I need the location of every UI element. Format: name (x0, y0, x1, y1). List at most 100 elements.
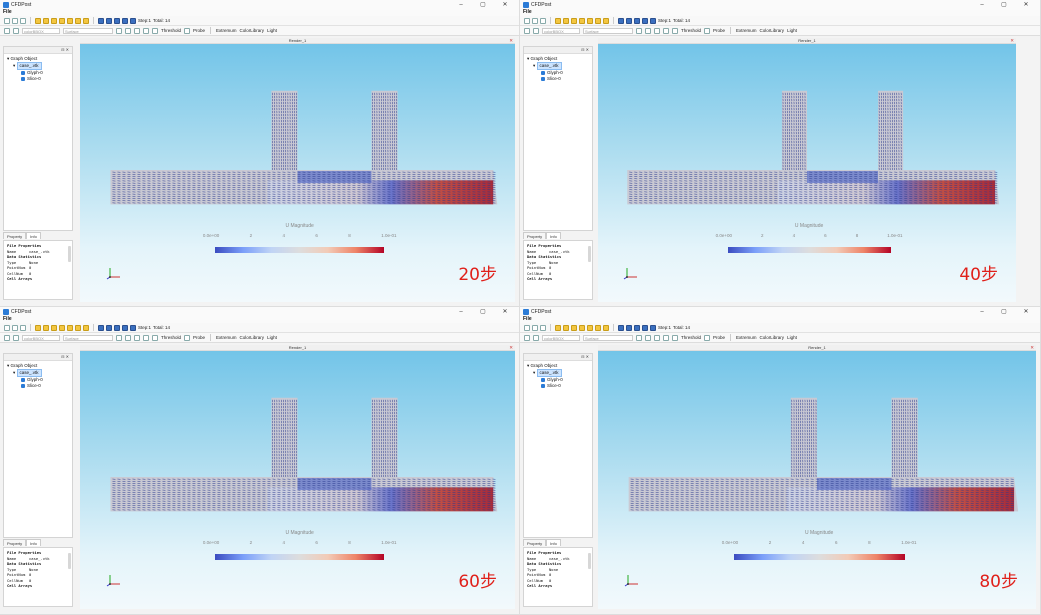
reset-camera-icon[interactable] (116, 334, 122, 341)
tree-file[interactable]: ▾ case_.vtk (7, 369, 69, 377)
pan-icon[interactable] (143, 27, 149, 34)
menu-file[interactable]: File (520, 9, 1040, 16)
calculator-icon[interactable] (83, 324, 89, 331)
probe-button[interactable]: Probe (713, 28, 725, 33)
color-by-input[interactable]: colorBBOX (542, 27, 580, 34)
first-frame-icon[interactable] (618, 17, 624, 24)
tree-file[interactable]: ▾ case_.vtk (527, 62, 589, 70)
tree-item-slice[interactable]: Slice-0 (7, 76, 69, 82)
maximize-button[interactable]: ▢ (472, 308, 494, 315)
play-icon[interactable] (114, 17, 120, 24)
render-viewport[interactable]: Render_1 ✕ U Magnitude 0.0e+00 2 4 6 8 1… (80, 38, 515, 302)
zoom-icon[interactable] (654, 27, 660, 34)
open-icon[interactable] (524, 17, 530, 24)
rotate-icon[interactable] (125, 27, 131, 34)
extremum-button[interactable]: Extremum (736, 28, 757, 33)
tab-property[interactable]: Property (3, 539, 27, 546)
checkbox-icon[interactable] (21, 70, 25, 75)
light-button[interactable]: Light (267, 28, 277, 33)
light-button[interactable]: Light (267, 335, 277, 340)
prev-frame-icon[interactable] (626, 17, 632, 24)
next-frame-icon[interactable] (122, 324, 128, 331)
extremum-button[interactable]: Extremum (216, 335, 237, 340)
step-field[interactable]: Step:1 (138, 325, 151, 330)
streamline-icon[interactable] (75, 324, 81, 331)
close-button[interactable]: ✕ (494, 1, 516, 8)
probe-button[interactable]: Probe (193, 28, 205, 33)
fit-icon[interactable] (152, 334, 158, 341)
tree-item-slice[interactable]: Slice-0 (7, 383, 69, 389)
checkbox-icon[interactable] (541, 76, 545, 81)
reset-camera-icon[interactable] (116, 27, 122, 34)
settings-icon[interactable] (4, 334, 10, 341)
minimize-button[interactable]: – (971, 2, 993, 8)
zoom-icon[interactable] (134, 334, 140, 341)
color-by-input[interactable]: colorBBOX (22, 27, 60, 34)
checkbox-icon[interactable] (21, 377, 25, 382)
maximize-button[interactable]: ▢ (993, 1, 1015, 8)
clip-icon[interactable] (51, 17, 57, 24)
representation-select[interactable]: Surface (583, 27, 633, 34)
contour-icon[interactable] (579, 17, 585, 24)
next-frame-icon[interactable] (642, 17, 648, 24)
search-icon[interactable] (533, 27, 539, 34)
prev-frame-icon[interactable] (106, 324, 112, 331)
fit-icon[interactable] (672, 27, 678, 34)
zoom-icon[interactable] (134, 27, 140, 34)
panel-scrollbar[interactable] (68, 553, 71, 569)
first-frame-icon[interactable] (98, 17, 104, 24)
pan-icon[interactable] (663, 27, 669, 34)
fit-icon[interactable] (152, 27, 158, 34)
reset-camera-icon[interactable] (636, 27, 642, 34)
clear-icon[interactable] (35, 324, 41, 331)
rotate-icon[interactable] (645, 27, 651, 34)
glyph-icon[interactable] (67, 17, 73, 24)
clear-icon[interactable] (35, 17, 41, 24)
rotate-icon[interactable] (125, 334, 131, 341)
clip-icon[interactable] (571, 17, 577, 24)
glyph-icon[interactable] (587, 17, 593, 24)
color-library-button[interactable]: ColorLibrary (240, 28, 265, 33)
next-frame-icon[interactable] (122, 17, 128, 24)
slice-icon[interactable] (43, 324, 49, 331)
color-by-input[interactable]: colorBBOX (22, 334, 60, 341)
threshold-button[interactable]: Threshold (161, 28, 181, 33)
minimize-button[interactable]: – (450, 309, 472, 315)
maximize-button[interactable]: ▢ (472, 1, 494, 8)
panel-scrollbar[interactable] (588, 246, 591, 262)
open-icon[interactable] (4, 324, 10, 331)
streamline-icon[interactable] (595, 17, 601, 24)
grid-icon[interactable] (184, 27, 191, 34)
probe-button[interactable]: Probe (193, 335, 205, 340)
render-viewport[interactable]: Render_1 ✕ U Magnitude 0.0e+00 2 4 6 8 1… (598, 38, 1016, 302)
extremum-button[interactable]: Extremum (216, 28, 237, 33)
export-icon[interactable] (20, 17, 26, 24)
play-icon[interactable] (114, 324, 120, 331)
contour-icon[interactable] (59, 17, 65, 24)
play-icon[interactable] (634, 17, 640, 24)
last-frame-icon[interactable] (130, 324, 136, 331)
settings-icon[interactable] (524, 27, 530, 34)
search-icon[interactable] (13, 334, 19, 341)
representation-select[interactable]: Surface (63, 27, 113, 34)
prev-frame-icon[interactable] (106, 17, 112, 24)
tab-info[interactable]: Info (26, 539, 41, 546)
threshold-button[interactable]: Threshold (681, 28, 701, 33)
pan-icon[interactable] (143, 334, 149, 341)
save-icon[interactable] (12, 17, 18, 24)
last-frame-icon[interactable] (130, 17, 136, 24)
tab-property[interactable]: Property (3, 232, 27, 239)
color-library-button[interactable]: ColorLibrary (760, 28, 785, 33)
color-library-button[interactable]: ColorLibrary (240, 335, 265, 340)
streamline-icon[interactable] (75, 17, 81, 24)
step-field[interactable]: Step:1 (658, 18, 671, 23)
tab-info[interactable]: Info (26, 232, 41, 239)
export-icon[interactable] (540, 17, 546, 24)
export-icon[interactable] (20, 324, 26, 331)
light-button[interactable]: Light (787, 28, 797, 33)
save-icon[interactable] (12, 324, 18, 331)
checkbox-icon[interactable] (21, 76, 25, 81)
tab-property[interactable]: Property (523, 232, 547, 239)
tree-item-slice[interactable]: Slice-0 (527, 76, 589, 82)
last-frame-icon[interactable] (650, 17, 656, 24)
